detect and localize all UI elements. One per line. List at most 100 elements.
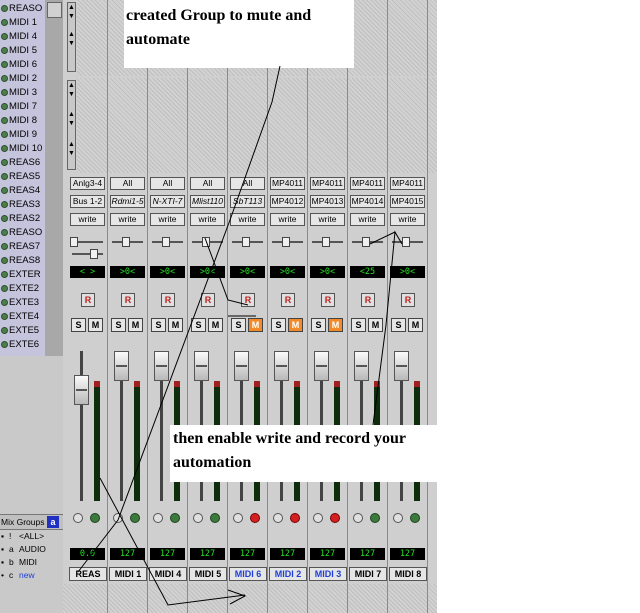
scroll-down-icon[interactable]: ▼: [68, 150, 75, 158]
scroll-up-icon[interactable]: ▲: [68, 141, 75, 149]
pan-slider-right[interactable]: [70, 249, 105, 259]
track-name-button[interactable]: MIDI 6: [229, 567, 267, 581]
track-list-item[interactable]: MIDI 10: [0, 142, 45, 156]
pan-slider[interactable]: [110, 237, 145, 247]
pan-slider-knob[interactable]: [362, 237, 370, 247]
input-selector-button[interactable]: MP4011: [390, 177, 425, 190]
track-active-icon[interactable]: [1, 173, 8, 180]
scroll-up-icon[interactable]: ▲: [68, 4, 75, 12]
track-active-icon[interactable]: [1, 271, 8, 278]
mute-button[interactable]: M: [128, 318, 143, 332]
voice-selector-icon[interactable]: [393, 513, 403, 523]
track-list-item[interactable]: MIDI 7: [0, 100, 45, 114]
input-selector-button[interactable]: All: [150, 177, 185, 190]
mute-button[interactable]: M: [328, 318, 343, 332]
mute-button[interactable]: M: [248, 318, 263, 332]
track-list-item[interactable]: MIDI 3: [0, 86, 45, 100]
scroll-down-icon[interactable]: ▼: [68, 91, 75, 99]
fader-knob[interactable]: [114, 351, 129, 381]
track-list-item[interactable]: MIDI 4: [0, 30, 45, 44]
track-active-icon[interactable]: [130, 513, 140, 523]
record-safe-icon[interactable]: [290, 513, 300, 523]
inserts-scrollbar[interactable]: ▲ ▼ ▲ ▼ ▲ ▼: [67, 80, 76, 170]
track-list-item[interactable]: REAS7: [0, 240, 45, 254]
mute-button[interactable]: M: [88, 318, 103, 332]
scroll-down-icon[interactable]: ▼: [68, 40, 75, 48]
pan-slider[interactable]: [190, 237, 225, 247]
track-name-button[interactable]: MIDI 5: [189, 567, 227, 581]
scroll-up-icon[interactable]: ▲: [68, 82, 75, 90]
scroll-up-icon[interactable]: ▲: [68, 31, 75, 39]
output-selector-button[interactable]: MP4012: [270, 195, 305, 208]
pan-slider-knob[interactable]: [282, 237, 290, 247]
fader-knob[interactable]: [234, 351, 249, 381]
track-list-item[interactable]: MIDI 5: [0, 44, 45, 58]
track-name-button[interactable]: MIDI 3: [309, 567, 347, 581]
mix-group-item[interactable]: ▪! <ALL>: [0, 530, 63, 543]
track-active-icon[interactable]: [410, 513, 420, 523]
track-active-icon[interactable]: [1, 131, 8, 138]
track-list-item[interactable]: REAS4: [0, 184, 45, 198]
fader-knob[interactable]: [394, 351, 409, 381]
fader-knob[interactable]: [194, 351, 209, 381]
pan-slider[interactable]: [310, 237, 345, 247]
scroll-down-icon[interactable]: ▼: [68, 120, 75, 128]
pan-slider-knob[interactable]: [122, 237, 130, 247]
scroll-down-icon[interactable]: ▼: [68, 13, 75, 21]
track-list-item[interactable]: EXTER: [0, 268, 45, 282]
automation-mode-button[interactable]: write: [110, 213, 145, 226]
record-safe-icon[interactable]: [250, 513, 260, 523]
track-active-icon[interactable]: [1, 145, 8, 152]
automation-mode-button[interactable]: write: [390, 213, 425, 226]
input-selector-button[interactable]: All: [230, 177, 265, 190]
record-enable-button[interactable]: R: [161, 293, 175, 307]
input-selector-button[interactable]: All: [190, 177, 225, 190]
track-list-item[interactable]: MIDI 9: [0, 128, 45, 142]
track-list-scrollbar[interactable]: [45, 0, 64, 356]
record-enable-button[interactable]: R: [361, 293, 375, 307]
track-active-icon[interactable]: [1, 243, 8, 250]
track-active-icon[interactable]: [1, 313, 8, 320]
solo-button[interactable]: S: [231, 318, 246, 332]
top-scrollbar[interactable]: ▲ ▼ ▲ ▼: [67, 2, 76, 72]
solo-button[interactable]: S: [71, 318, 86, 332]
track-active-icon[interactable]: [1, 285, 8, 292]
voice-selector-icon[interactable]: [233, 513, 243, 523]
track-list-item[interactable]: REAS6: [0, 156, 45, 170]
input-selector-button[interactable]: All: [110, 177, 145, 190]
voice-selector-icon[interactable]: [273, 513, 283, 523]
track-active-icon[interactable]: [1, 117, 8, 124]
track-active-icon[interactable]: [1, 75, 8, 82]
pan-slider-knob[interactable]: [90, 249, 98, 259]
record-enable-button[interactable]: R: [321, 293, 335, 307]
record-enable-button[interactable]: R: [121, 293, 135, 307]
voice-selector-icon[interactable]: [313, 513, 323, 523]
track-name-button[interactable]: MIDI 2: [269, 567, 307, 581]
track-list-item[interactable]: MIDI 8: [0, 114, 45, 128]
input-selector-button[interactable]: MP4011: [270, 177, 305, 190]
track-active-icon[interactable]: [1, 33, 8, 40]
track-list-item[interactable]: REASO: [0, 2, 45, 16]
output-selector-button[interactable]: Rdmi1-5: [110, 195, 145, 208]
volume-fader[interactable]: [74, 351, 102, 501]
record-enable-button[interactable]: R: [81, 293, 95, 307]
track-active-icon[interactable]: [1, 327, 8, 334]
track-active-icon[interactable]: [90, 513, 100, 523]
mix-group-item[interactable]: • c new: [0, 569, 63, 582]
record-enable-button[interactable]: R: [201, 293, 215, 307]
track-list-item[interactable]: REAS2: [0, 212, 45, 226]
mix-group-item[interactable]: ▪ a AUDIO: [0, 543, 63, 556]
output-selector-button[interactable]: Mlist110: [190, 195, 225, 208]
track-list-item[interactable]: EXTE3: [0, 296, 45, 310]
solo-button[interactable]: S: [311, 318, 326, 332]
pan-slider-knob[interactable]: [402, 237, 410, 247]
solo-button[interactable]: S: [191, 318, 206, 332]
track-active-icon[interactable]: [1, 19, 8, 26]
output-selector-button[interactable]: MP4014: [350, 195, 385, 208]
output-selector-button[interactable]: MP4013: [310, 195, 345, 208]
track-active-icon[interactable]: [1, 299, 8, 306]
mute-button[interactable]: M: [168, 318, 183, 332]
automation-mode-button[interactable]: write: [310, 213, 345, 226]
output-selector-button[interactable]: Bus 1-2: [70, 195, 105, 208]
track-list-item[interactable]: MIDI 2: [0, 72, 45, 86]
